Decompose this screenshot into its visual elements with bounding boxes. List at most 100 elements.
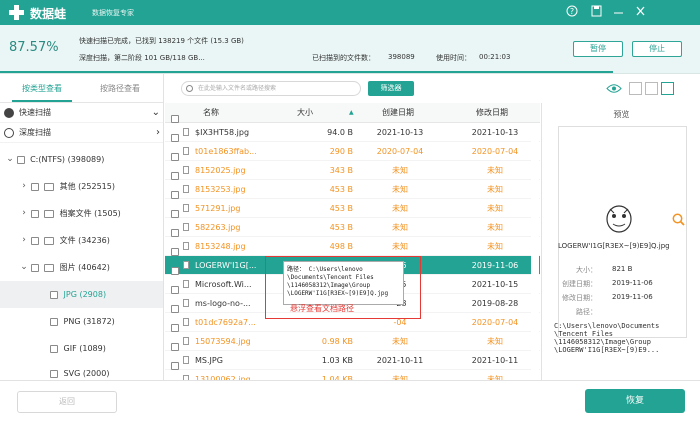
table-row[interactable]: 13100062.jpg 1.04 KB 未知 未知 <box>165 370 540 380</box>
file-created: 未知 <box>392 204 408 213</box>
pause-button[interactable]: 暂停 <box>573 41 623 57</box>
tree-item-jpg[interactable]: JPG (2908) <box>0 281 163 308</box>
file-size: 343 B <box>329 166 353 175</box>
search-input[interactable]: 在此处输入文件名或路径搜索 <box>181 81 361 96</box>
app-name: 数据蛙 <box>30 7 67 21</box>
grid-view-icon[interactable] <box>629 82 642 95</box>
file-icon <box>183 299 189 307</box>
column-size[interactable]: 大小 <box>297 103 313 123</box>
checkbox[interactable] <box>30 182 39 191</box>
checkbox[interactable] <box>16 155 25 164</box>
deep-scan-item[interactable]: 深度扫描 › <box>0 123 163 143</box>
tree-item-label: C:(NTFS) (398089) <box>30 155 105 164</box>
file-modified: 未知 <box>487 185 503 194</box>
tree-item-other[interactable]: › 其他 (252515) <box>0 173 163 200</box>
found-files-count: 398089 <box>388 53 415 61</box>
tab-by-path[interactable]: 按路径查看 <box>100 83 140 94</box>
chevron-down-icon[interactable]: ⌄ <box>20 254 28 281</box>
checkbox[interactable] <box>50 369 58 378</box>
file-modified: 未知 <box>487 204 503 213</box>
chevron-right-icon[interactable]: › <box>20 173 28 200</box>
file-icon <box>183 242 189 250</box>
file-size: 453 B <box>329 185 353 194</box>
tree-item-label: JPG (2908) <box>63 290 107 299</box>
table-row[interactable]: 15073594.jpg 0.98 KB 未知 未知 <box>165 332 540 351</box>
chevron-right-icon[interactable]: › <box>20 227 28 254</box>
quick-scan-icon <box>4 108 14 118</box>
table-row[interactable]: 8152025.jpg 343 B 未知 未知 <box>165 161 540 180</box>
modified-label: 修改日期： <box>562 294 597 302</box>
table-row[interactable]: t01e1863ffab... 290 B 2020-07-04 2020-07-04 <box>165 142 540 161</box>
image-icon <box>44 263 55 272</box>
stop-button[interactable]: 停止 <box>632 41 682 57</box>
checkbox[interactable] <box>50 344 58 353</box>
tree-item-label: SVG (2000) <box>63 369 110 378</box>
tree-item-png[interactable]: PNG (31872) <box>0 308 163 335</box>
file-modified: 2020-07-04 <box>471 147 519 156</box>
found-files-label: 已扫描到的文件数： <box>312 54 375 62</box>
preview-panel: 预览 LOGERW'I1G[R3EX~[9)E9]Q.jpg 大小： 821 B… <box>541 103 700 380</box>
file-icon <box>183 280 189 288</box>
table-row[interactable]: 8153248.jpg 498 B 未知 未知 <box>165 237 540 256</box>
chevron-down-icon[interactable]: ⌄ <box>6 146 14 173</box>
deep-scan-label: 深度扫描 <box>19 128 51 137</box>
file-size: 290 B <box>329 147 353 156</box>
column-name[interactable]: 名称 <box>203 103 219 123</box>
annotation-text: 悬浮查看文档路径 <box>290 304 354 313</box>
zoom-icon[interactable] <box>672 213 685 226</box>
filter-button[interactable]: 筛选器 <box>368 81 414 96</box>
tree-item-gif[interactable]: GIF (1089) <box>0 335 163 362</box>
save-icon[interactable] <box>589 5 603 19</box>
recover-button[interactable]: 恢复 <box>585 389 685 413</box>
sort-up-icon[interactable]: ▲ <box>349 103 354 123</box>
table-row[interactable]: 8153253.jpg 453 B 未知 未知 <box>165 180 540 199</box>
detail-view-icon[interactable] <box>661 82 674 95</box>
tree-item-images[interactable]: ⌄ 图片 (40642) <box>0 254 163 281</box>
tree-item-svg[interactable]: SVG (2000) <box>0 364 163 380</box>
checkbox[interactable] <box>30 209 39 218</box>
table-row[interactable]: 582263.jpg 453 B 未知 未知 <box>165 218 540 237</box>
file-name: t01dc7692a7... <box>195 318 256 327</box>
tree-item-label: 图片 (40642) <box>59 263 110 272</box>
document-icon <box>44 236 55 245</box>
chevron-right-icon[interactable]: › <box>20 200 28 227</box>
minimize-icon[interactable] <box>611 5 625 19</box>
tree-item-documents[interactable]: › 文件 (34236) <box>0 227 163 254</box>
created-label: 创建日期： <box>562 280 597 288</box>
chevron-right-icon[interactable]: › <box>156 123 160 143</box>
list-view-icon[interactable] <box>645 82 658 95</box>
file-created: 未知 <box>392 375 408 380</box>
table-scrollbar[interactable] <box>531 123 539 380</box>
file-icon <box>183 185 189 193</box>
file-name: ms-logo-no-... <box>195 299 251 308</box>
quick-scan-item[interactable]: 快速扫描 ⌄ <box>0 103 163 123</box>
file-created: 2021-10-13 <box>376 128 424 137</box>
table-row[interactable]: 571291.jpg 453 B 未知 未知 <box>165 199 540 218</box>
file-icon <box>183 166 189 174</box>
eye-icon[interactable] <box>606 83 622 96</box>
tree-item-drive-c[interactable]: ⌄ C:(NTFS) (398089) <box>0 146 163 173</box>
checkbox[interactable] <box>30 236 39 245</box>
column-created[interactable]: 创建日期 <box>382 103 414 123</box>
frog-logo-icon <box>9 5 24 20</box>
file-name: 571291.jpg <box>195 204 241 213</box>
file-created: 2021-10-11 <box>376 356 424 365</box>
chevron-down-icon[interactable]: ⌄ <box>152 103 160 123</box>
checkbox[interactable] <box>50 317 58 326</box>
help-icon[interactable]: ? <box>565 5 579 19</box>
checkbox[interactable] <box>30 263 39 272</box>
tab-by-type[interactable]: 按类型查看 <box>22 83 62 94</box>
table-row[interactable]: MS.JPG 1.03 KB 2021-10-11 2021-10-11 <box>165 351 540 370</box>
file-created: 2020-07-04 <box>376 147 424 156</box>
table-row[interactable]: $IX3HT58.jpg 94.0 B 2021-10-13 2021-10-13 <box>165 123 540 142</box>
active-tab-indicator <box>12 100 72 102</box>
preview-path: C:\Users\lenovo\Documents \Tencent Files… <box>554 322 660 354</box>
file-icon <box>183 223 189 231</box>
file-table: 名称 大小 ▲ 创建日期 修改日期 $IX3HT58.jpg 94.0 B 2021… <box>165 103 540 380</box>
column-modified[interactable]: 修改日期 <box>476 103 508 123</box>
close-icon[interactable] <box>633 5 647 19</box>
tree-item-archive[interactable]: › 档案文件 (1505) <box>0 200 163 227</box>
back-button[interactable]: 返回 <box>17 391 117 413</box>
file-name: 13100062.jpg <box>195 375 251 380</box>
checkbox[interactable] <box>50 290 58 299</box>
